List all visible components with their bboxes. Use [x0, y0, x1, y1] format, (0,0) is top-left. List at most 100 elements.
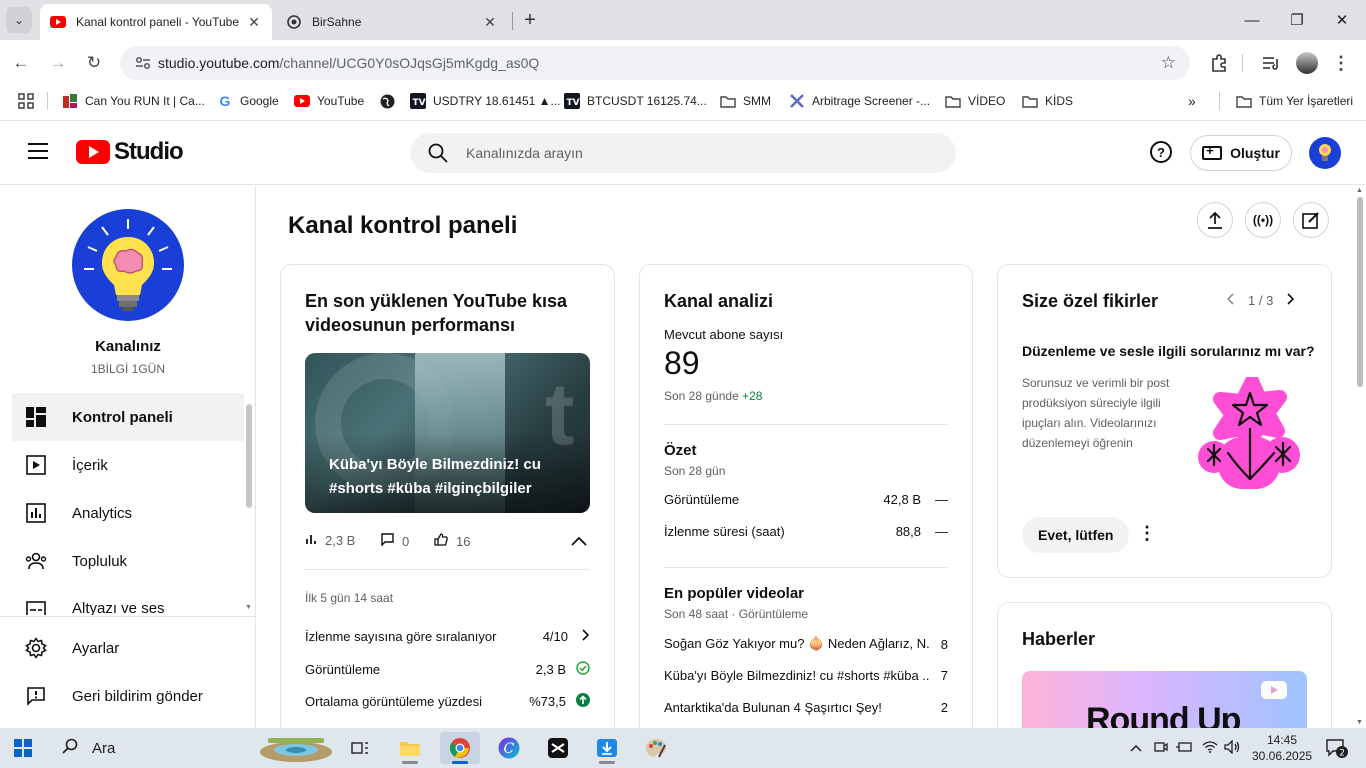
all-bookmarks-folder[interactable]: Tüm Yer İşaretleri — [1236, 92, 1353, 110]
bookmark-globe[interactable] — [379, 92, 402, 110]
apps-grid-icon[interactable] — [18, 92, 34, 110]
news-banner[interactable]: Round Up — [1022, 671, 1307, 728]
minimize-button[interactable]: — — [1232, 6, 1272, 34]
windows-start-icon[interactable] — [14, 739, 32, 757]
bookmark-canyourunit[interactable]: Can You RUN It | Ca... — [62, 92, 205, 110]
sidebar-item-label: Geri bildirim gönder — [72, 687, 203, 705]
create-video-icon — [1202, 143, 1223, 160]
battery-plug-icon[interactable] — [1176, 741, 1192, 756]
sidebar-item-settings[interactable]: Ayarlar — [12, 624, 244, 672]
upload-icon[interactable] — [1197, 202, 1233, 238]
sidebar-item-analytics[interactable]: Analytics — [12, 489, 244, 537]
bookmark-arbitrage[interactable]: Arbitrage Screener -... — [789, 92, 930, 110]
menu-hamburger-icon[interactable] — [28, 143, 48, 159]
close-window-button[interactable]: ✕ — [1322, 6, 1362, 34]
volume-icon[interactable] — [1224, 738, 1240, 757]
sidebar-item-feedback[interactable]: Geri bildirim gönder — [12, 672, 244, 720]
meet-now-icon[interactable] — [1154, 740, 1168, 757]
bookmark-usdtry[interactable]: TV USDTRY 18.61451 ▲... — [410, 92, 561, 110]
bookmarks-separator — [1219, 92, 1220, 110]
chevron-right-icon[interactable] — [1287, 293, 1295, 308]
back-button[interactable]: ← — [8, 50, 34, 76]
pager-text: 1 / 3 — [1248, 293, 1274, 308]
account-avatar[interactable] — [1309, 137, 1341, 169]
browser-menu-icon[interactable]: ⋮ — [1328, 50, 1354, 76]
extensions-icon[interactable] — [1206, 50, 1232, 76]
reload-button[interactable]: ↻ — [81, 50, 107, 76]
taskbar-clock[interactable]: 14:45 30.06.2025 — [1252, 732, 1312, 764]
tab-search-button[interactable]: ⌄ — [6, 7, 32, 33]
forward-button[interactable]: → — [45, 50, 71, 76]
collapse-chevron-up-icon[interactable] — [571, 533, 587, 551]
go-live-icon[interactable]: ((•)) — [1245, 202, 1281, 238]
close-tab-icon[interactable]: ✕ — [482, 14, 498, 30]
comment-icon — [381, 533, 394, 549]
dashboard-icon — [24, 405, 48, 429]
paint-icon[interactable] — [636, 732, 676, 764]
subtitles-icon — [24, 597, 48, 615]
browser-tab-inactive[interactable]: BirSahne ✕ — [276, 4, 508, 40]
new-tab-button[interactable]: + — [518, 8, 542, 32]
more-options-icon[interactable]: ⋮ — [1138, 523, 1156, 544]
search-icon[interactable] — [428, 143, 448, 163]
sidebar-scrollbar[interactable] — [246, 404, 252, 508]
tab-title: BirSahne — [312, 15, 362, 29]
create-button[interactable]: Oluştur — [1190, 135, 1292, 171]
taskbar-search[interactable]: Ara — [48, 728, 338, 768]
download-manager-icon[interactable] — [587, 732, 627, 764]
top-video-row[interactable]: Antarktika'da Bulunan 4 Şaşırtıcı Şey! 2 — [664, 700, 948, 715]
summary-row-watchtime: İzlenme süresi (saat) 88,8 — — [664, 524, 948, 539]
browser-tab-active[interactable]: Kanal kontrol paneli - YouTube ✕ — [40, 4, 272, 40]
channel-search-input[interactable] — [466, 145, 906, 161]
task-view-icon[interactable] — [340, 732, 380, 764]
bookmark-btcusdt[interactable]: TV BTCUSDT 16125.74... — [564, 92, 707, 110]
analytics-icon — [24, 501, 48, 525]
page-scrollbar[interactable] — [1357, 197, 1363, 387]
sidebar-scroll-down-icon[interactable]: ▼ — [245, 604, 252, 611]
canva-icon[interactable]: C — [489, 732, 529, 764]
sidebar-item-community[interactable]: Topluluk — [12, 537, 244, 585]
short-thumbnail[interactable]: t Küba'yı Böyle Bilmezdiniz! cu #shorts … — [305, 353, 590, 513]
bookmark-folder-smm[interactable]: SMM — [720, 92, 771, 110]
sidebar-item-dashboard[interactable]: Kontrol paneli — [12, 393, 244, 441]
ranking-row[interactable]: İzlenme sayısına göre sıralanıyor 4/10 — [305, 629, 590, 644]
restore-button[interactable]: ❐ — [1277, 6, 1317, 34]
page-scroll-down-icon[interactable]: ▼ — [1356, 719, 1363, 726]
subscribers-change: Son 28 günde +28 — [664, 389, 762, 403]
tray-overflow-chevron-up-icon[interactable] — [1130, 741, 1142, 755]
youtube-studio-logo[interactable]: Studio — [76, 138, 184, 166]
page-scroll-up-icon[interactable]: ▲ — [1356, 187, 1363, 194]
chrome-icon[interactable] — [440, 732, 480, 764]
channel-avatar[interactable] — [72, 209, 184, 321]
site-info-icon[interactable] — [128, 56, 158, 70]
bookmark-folder-kids[interactable]: KİDS — [1022, 92, 1073, 110]
profile-avatar[interactable] — [1294, 50, 1320, 76]
help-icon[interactable]: ? — [1150, 141, 1172, 163]
top-video-row[interactable]: Küba'yı Böyle Bilmezdiniz! cu #shorts #k… — [664, 668, 948, 683]
bookmark-label: KİDS — [1045, 94, 1074, 108]
chevron-left-icon[interactable] — [1226, 293, 1234, 308]
close-tab-icon[interactable]: ✕ — [246, 14, 262, 30]
sidebar-item-subtitles[interactable]: Altyazı ve ses — [12, 585, 244, 615]
bookmark-google[interactable]: G Google — [217, 92, 279, 110]
media-control-icon[interactable] — [1258, 50, 1284, 76]
bookmark-youtube[interactable]: YouTube — [294, 92, 364, 110]
create-post-icon[interactable] — [1293, 202, 1329, 238]
bookmark-folder-video[interactable]: VİDEO — [945, 92, 1005, 110]
address-bar[interactable]: studio.youtube.com/channel/UCG0Y0sOJqsGj… — [120, 46, 1190, 80]
tradingview-icon: TV — [410, 93, 426, 109]
bookmark-star-icon[interactable]: ☆ — [1161, 53, 1176, 73]
more-bookmarks-icon[interactable]: » — [1188, 92, 1196, 110]
bookmark-label: Can You RUN It | Ca... — [85, 94, 205, 108]
top-video-row[interactable]: Soğan Göz Yakıyor mu? 🧅 Neden Ağlarız, N… — [664, 636, 948, 652]
notification-center-icon[interactable]: 2 — [1326, 738, 1348, 758]
bar-chart-icon — [305, 533, 317, 548]
sidebar-item-content[interactable]: İçerik — [12, 441, 244, 489]
row-label: Ortalama görüntüleme yüzdesi — [305, 694, 483, 709]
ideas-cta-button[interactable]: Evet, lütfen — [1022, 517, 1130, 553]
capcut-icon[interactable] — [538, 732, 578, 764]
subscribers-count: 89 — [664, 345, 700, 381]
wifi-icon[interactable] — [1202, 740, 1218, 756]
file-explorer-icon[interactable] — [390, 732, 430, 764]
sidebar-item-label: Ayarlar — [72, 639, 120, 657]
